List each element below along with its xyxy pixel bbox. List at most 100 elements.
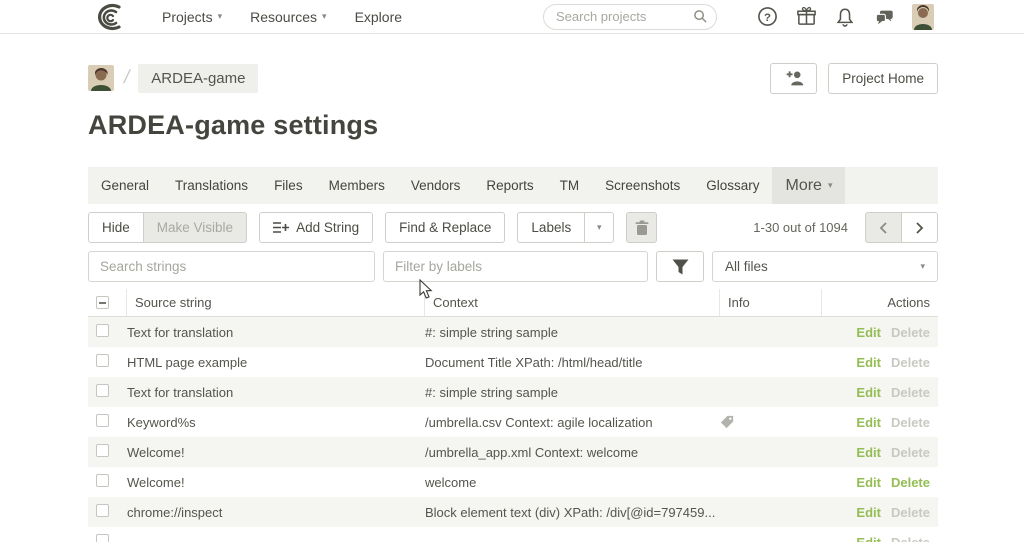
delete-link[interactable]: Delete bbox=[891, 415, 930, 430]
delete-link[interactable]: Delete bbox=[891, 535, 930, 542]
breadcrumb-project[interactable]: ARDEA-game bbox=[138, 64, 258, 93]
context: /umbrella.csv Context: agile localizatio… bbox=[425, 415, 720, 430]
context: Document Title XPath: /html/head/title bbox=[425, 355, 720, 370]
tab-more-label: More bbox=[785, 177, 821, 195]
labels-dropdown-button[interactable]: ▾ bbox=[584, 212, 614, 243]
table-row: Keyword%s /umbrella.csv Context: agile l… bbox=[88, 407, 938, 437]
row-checkbox[interactable] bbox=[96, 414, 109, 427]
tab-files[interactable]: Files bbox=[261, 167, 316, 204]
row-checkbox[interactable] bbox=[96, 324, 109, 337]
project-home-button[interactable]: Project Home bbox=[828, 63, 938, 94]
source-string: Keyword%s bbox=[127, 415, 425, 430]
add-string-label: Add String bbox=[296, 220, 359, 235]
tab-tm[interactable]: TM bbox=[547, 167, 593, 204]
context: Block element text (div) XPath: /div[@id… bbox=[425, 505, 720, 520]
tab-general[interactable]: General bbox=[88, 167, 162, 204]
invite-members-button[interactable] bbox=[770, 63, 817, 94]
select-all-checkbox[interactable] bbox=[96, 296, 109, 309]
source-string: Welcome! bbox=[127, 445, 425, 460]
table-row: Welcome! welcome Edit Delete bbox=[88, 467, 938, 497]
col-context: Context bbox=[425, 289, 720, 316]
edit-link[interactable]: Edit bbox=[856, 535, 881, 542]
tab-vendors[interactable]: Vendors bbox=[398, 167, 474, 204]
source-string: chrome://inspect bbox=[127, 505, 425, 520]
breadcrumb-row: / ARDEA-game Project Home bbox=[88, 62, 938, 94]
edit-link[interactable]: Edit bbox=[856, 355, 881, 370]
delete-strings-button[interactable] bbox=[626, 212, 657, 243]
add-string-button[interactable]: Add String bbox=[259, 212, 373, 243]
tab-reports[interactable]: Reports bbox=[473, 167, 546, 204]
table-row: Text for translation #: simple string sa… bbox=[88, 377, 938, 407]
delete-link[interactable]: Delete bbox=[891, 505, 930, 520]
chevron-down-icon: ▾ bbox=[920, 261, 925, 272]
pagination bbox=[865, 212, 938, 243]
bell-icon[interactable] bbox=[834, 6, 856, 28]
filter-bar: All files ▾ bbox=[88, 251, 938, 282]
edit-link[interactable]: Edit bbox=[856, 505, 881, 520]
trash-icon bbox=[635, 220, 649, 236]
tab-glossary[interactable]: Glossary bbox=[693, 167, 772, 204]
list-add-icon bbox=[273, 221, 289, 234]
row-checkbox[interactable] bbox=[96, 384, 109, 397]
project-search-input[interactable] bbox=[556, 9, 693, 24]
crowdin-logo[interactable] bbox=[88, 3, 124, 31]
edit-link[interactable]: Edit bbox=[856, 385, 881, 400]
search-icon[interactable] bbox=[693, 9, 708, 24]
col-info: Info bbox=[720, 289, 822, 316]
edit-link[interactable]: Edit bbox=[856, 445, 881, 460]
source-string: HTML page example bbox=[127, 355, 425, 370]
breadcrumb-separator: / bbox=[122, 67, 132, 89]
messages-icon[interactable] bbox=[873, 6, 895, 28]
find-replace-button[interactable]: Find & Replace bbox=[385, 212, 505, 243]
make-visible-button[interactable]: Make Visible bbox=[143, 212, 247, 243]
avatar[interactable] bbox=[912, 4, 934, 30]
chevron-down-icon: ▾ bbox=[597, 222, 602, 233]
project-search bbox=[543, 4, 717, 30]
edit-link[interactable]: Edit bbox=[856, 415, 881, 430]
table-header: Source string Context Info Actions bbox=[88, 289, 938, 317]
tab-more[interactable]: More ▾ bbox=[772, 167, 845, 204]
nav-projects[interactable]: Projects ▾ bbox=[148, 9, 236, 25]
strings-toolbar: Hide Make Visible Add String Find & Repl… bbox=[88, 212, 938, 243]
project-owner-avatar[interactable] bbox=[88, 65, 114, 91]
nav-resources[interactable]: Resources ▾ bbox=[236, 9, 340, 25]
row-checkbox[interactable] bbox=[96, 534, 109, 542]
next-page-button[interactable] bbox=[901, 212, 938, 243]
apply-filter-button[interactable] bbox=[656, 251, 704, 282]
labels-button[interactable]: Labels bbox=[517, 212, 585, 243]
row-checkbox[interactable] bbox=[96, 504, 109, 517]
table-row: Edit Delete bbox=[88, 527, 938, 542]
nav-explore[interactable]: Explore bbox=[341, 9, 416, 25]
hide-button[interactable]: Hide bbox=[88, 212, 144, 243]
tab-translations[interactable]: Translations bbox=[162, 167, 261, 204]
help-icon[interactable]: ? bbox=[756, 6, 778, 28]
delete-link[interactable]: Delete bbox=[891, 355, 930, 370]
nav-projects-label: Projects bbox=[162, 9, 213, 25]
chevron-left-icon bbox=[879, 222, 888, 234]
edit-link[interactable]: Edit bbox=[856, 325, 881, 340]
nav-explore-label: Explore bbox=[355, 9, 402, 25]
tab-screenshots[interactable]: Screenshots bbox=[592, 167, 693, 204]
chevron-down-icon: ▾ bbox=[322, 11, 327, 22]
row-checkbox[interactable] bbox=[96, 474, 109, 487]
strings-table: Source string Context Info Actions Text … bbox=[88, 289, 938, 542]
delete-link[interactable]: Delete bbox=[891, 475, 930, 490]
prev-page-button[interactable] bbox=[865, 212, 902, 243]
search-strings-input[interactable] bbox=[88, 251, 375, 282]
col-actions: Actions bbox=[822, 289, 938, 316]
edit-link[interactable]: Edit bbox=[856, 475, 881, 490]
chevron-down-icon: ▾ bbox=[218, 11, 223, 22]
row-checkbox[interactable] bbox=[96, 354, 109, 367]
file-filter-value: All files bbox=[725, 259, 768, 274]
nav-resources-label: Resources bbox=[250, 9, 317, 25]
row-checkbox[interactable] bbox=[96, 444, 109, 457]
gift-icon[interactable] bbox=[795, 6, 817, 28]
delete-link[interactable]: Delete bbox=[891, 385, 930, 400]
settings-tabs: General Translations Files Members Vendo… bbox=[88, 167, 938, 204]
person-add-icon bbox=[783, 69, 805, 87]
filter-by-labels-input[interactable] bbox=[383, 251, 648, 282]
tab-members[interactable]: Members bbox=[316, 167, 398, 204]
delete-link[interactable]: Delete bbox=[891, 445, 930, 460]
delete-link[interactable]: Delete bbox=[891, 325, 930, 340]
file-filter-select[interactable]: All files ▾ bbox=[712, 251, 938, 282]
